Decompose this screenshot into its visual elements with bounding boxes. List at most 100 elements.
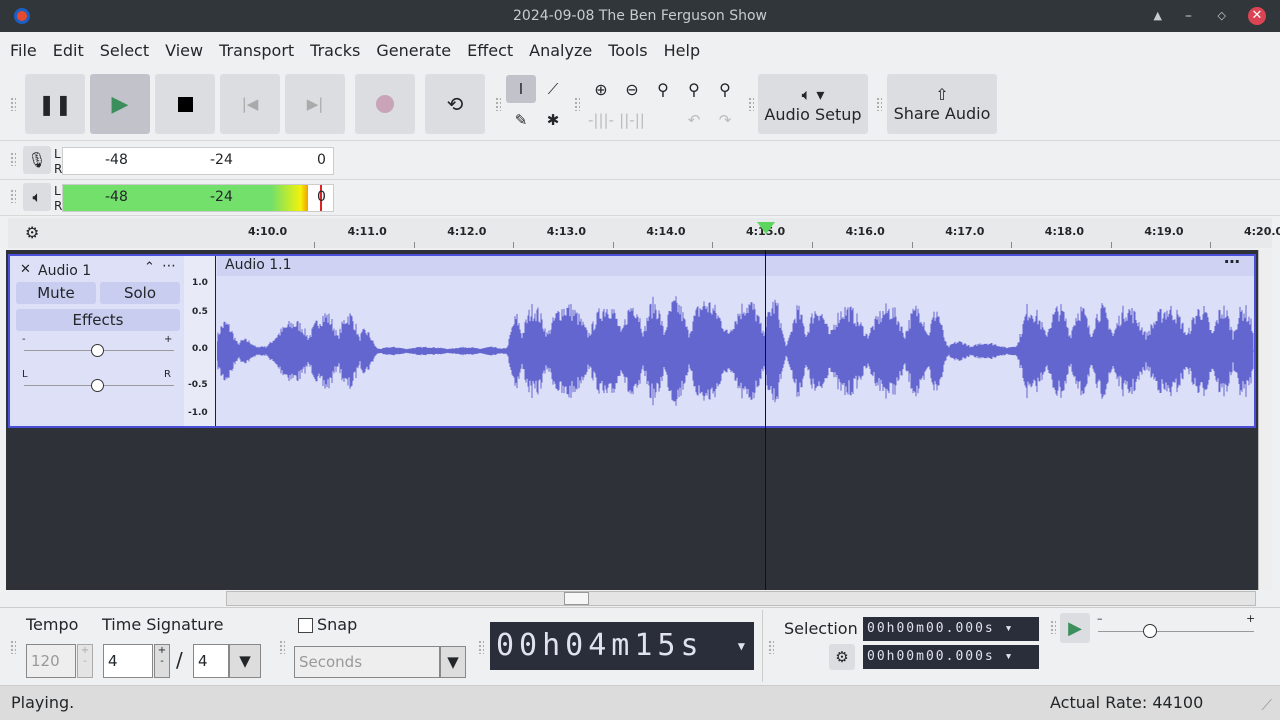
ruler-tick-label: 4:13.0 <box>546 225 586 238</box>
playback-meter[interactable]: -48 -24 0 <box>62 184 334 212</box>
audio-setup-button[interactable]: 🔈︎ ▾ Audio Setup <box>758 74 868 134</box>
menu-help[interactable]: Help <box>664 41 700 60</box>
toolbar-grip[interactable] <box>876 97 882 111</box>
snap-unit-select[interactable]: Seconds <box>294 646 440 678</box>
loop-button[interactable]: ⟲ <box>425 74 485 134</box>
selection-label: Selection <box>784 619 858 638</box>
play-at-speed-button[interactable]: ▶ <box>1060 613 1090 643</box>
scale-label: -0.5 <box>188 380 208 390</box>
time-signature-denominator[interactable]: 4 <box>193 644 229 678</box>
menu-select[interactable]: Select <box>100 41 149 60</box>
numerator-stepper[interactable]: + - <box>154 644 170 678</box>
pan-slider[interactable] <box>91 379 104 392</box>
selection-end-field[interactable]: 00h00m00.000s ▾ <box>863 645 1039 669</box>
menu-file[interactable]: File <box>10 41 37 60</box>
silence-button[interactable]: ||-|| <box>617 106 647 134</box>
restore-icon[interactable]: ◇ <box>1218 0 1226 32</box>
multi-tool[interactable]: ✱ <box>538 106 568 134</box>
toolbar-grip[interactable] <box>10 189 16 203</box>
selection-end-value: 00h00m00.000s <box>867 649 995 664</box>
trim-button[interactable]: -|||- <box>586 106 616 134</box>
snap-unit-dropdown[interactable]: ▼ <box>440 646 466 678</box>
menu-tools[interactable]: Tools <box>608 41 647 60</box>
denominator-dropdown[interactable]: ▼ <box>229 644 261 678</box>
mute-button[interactable]: Mute <box>16 282 96 304</box>
share-icon: ⇧ <box>935 85 949 104</box>
waveform[interactable] <box>217 276 1254 426</box>
clip-name[interactable]: Audio 1.1 <box>225 257 292 273</box>
share-audio-button[interactable]: ⇧ Share Audio <box>887 74 997 134</box>
record-meter[interactable]: -48 -24 0 <box>62 147 334 175</box>
dropdown-arrow-icon[interactable]: ▼ <box>738 622 750 670</box>
solo-button[interactable]: Solo <box>100 282 180 304</box>
collapse-icon[interactable]: ⌃ <box>144 260 155 275</box>
silence-icon: ||-|| <box>619 111 645 129</box>
playhead-marker[interactable] <box>757 222 775 234</box>
close-track-icon[interactable]: ✕ <box>20 262 31 277</box>
menu-view[interactable]: View <box>165 41 203 60</box>
toolbar-grip[interactable] <box>10 152 16 166</box>
menu-effect[interactable]: Effect <box>467 41 513 60</box>
redo-button[interactable]: ↷ <box>710 106 740 134</box>
pause-button[interactable]: ❚❚ <box>25 74 85 134</box>
effects-button[interactable]: Effects <box>16 309 180 331</box>
clip-header[interactable]: Audio 1.1 ⋯ <box>217 252 1254 276</box>
envelope-tool[interactable]: ⟋ <box>538 75 568 103</box>
resize-grip-icon[interactable]: ⟋ <box>1261 696 1272 714</box>
clip-menu-icon[interactable]: ⋯ <box>1224 252 1240 271</box>
fit-project-button[interactable]: ⚲ <box>679 75 709 103</box>
timeline-ruler[interactable]: ⚙ 4:10.0 4:11.0 4:12.0 4:13.0 4:14.0 4:15.0 4:… <box>8 218 1280 248</box>
toolbar-grip[interactable] <box>574 97 580 111</box>
toolbar-grip[interactable] <box>768 640 774 654</box>
record-button[interactable] <box>355 74 415 134</box>
playback-meter-button[interactable]: 🔈︎ <box>23 183 51 211</box>
time-signature-numerator[interactable]: 4 <box>103 644 153 678</box>
track-area[interactable]: ✕ Audio 1 ⌃ ⋯ Mute Solo Effects - + L R … <box>6 250 1272 590</box>
time-display[interactable]: 00h04m15s ▼ <box>490 622 754 670</box>
toolbar-grip[interactable] <box>478 640 484 654</box>
vertical-scrollbar[interactable] <box>1258 250 1272 590</box>
fit-selection-button[interactable]: ⚲ <box>648 75 678 103</box>
toolbar-grip[interactable] <box>495 97 501 111</box>
scroll-thumb[interactable] <box>564 592 589 605</box>
record-meter-button[interactable]: 🎙︎ <box>23 146 51 174</box>
timeline-settings-icon[interactable]: ⚙ <box>25 223 39 242</box>
playback-speed-slider[interactable] <box>1143 624 1157 638</box>
toolbar-grip[interactable] <box>748 97 754 111</box>
menu-edit[interactable]: Edit <box>53 41 84 60</box>
zoom-out-button[interactable]: ⊖ <box>617 75 647 103</box>
track-menu-icon[interactable]: ⋯ <box>162 258 176 274</box>
vertical-scale[interactable]: 1.0 0.5 0.0 -0.5 -1.0 <box>184 256 216 426</box>
menu-tracks[interactable]: Tracks <box>310 41 360 60</box>
toolbar-grip[interactable] <box>10 640 16 654</box>
stop-button[interactable] <box>155 74 215 134</box>
play-button[interactable]: ▶ <box>90 74 150 134</box>
menu-analyze[interactable]: Analyze <box>529 41 592 60</box>
select-tool[interactable]: I <box>506 75 536 103</box>
snap-checkbox[interactable] <box>298 618 313 633</box>
undo-button[interactable]: ↶ <box>679 106 709 134</box>
toolbar-grip[interactable] <box>279 640 285 654</box>
menu-transport[interactable]: Transport <box>219 41 294 60</box>
skip-start-button[interactable]: |◀ <box>220 74 280 134</box>
close-icon[interactable]: ✕ <box>1248 7 1266 25</box>
toolbar-grip[interactable] <box>10 97 16 111</box>
gain-slider[interactable] <box>91 344 104 357</box>
playback-meter-level <box>63 185 308 211</box>
selection-settings-button[interactable]: ⚙ <box>829 644 855 670</box>
audio-track[interactable]: ✕ Audio 1 ⌃ ⋯ Mute Solo Effects - + L R … <box>8 252 1256 428</box>
tempo-stepper[interactable]: + - <box>77 644 93 678</box>
selection-start-field[interactable]: 00h00m00.000s ▾ <box>863 617 1039 641</box>
zoom-in-button[interactable]: ⊕ <box>586 75 616 103</box>
draw-tool[interactable]: ✎ <box>506 106 536 134</box>
horizontal-scrollbar[interactable] <box>226 591 1256 606</box>
toolbar-grip[interactable] <box>1050 620 1056 634</box>
zoom-toggle-button[interactable]: ⚲ <box>710 75 740 103</box>
time-value: 00h04m15s <box>496 628 704 663</box>
menu-generate[interactable]: Generate <box>376 41 451 60</box>
keep-above-icon[interactable]: ▲ <box>1154 0 1162 32</box>
minimize-icon[interactable]: – <box>1185 0 1192 32</box>
skip-end-button[interactable]: ▶| <box>285 74 345 134</box>
track-name[interactable]: Audio 1 <box>38 263 91 279</box>
tempo-field[interactable]: 120 <box>26 644 76 678</box>
